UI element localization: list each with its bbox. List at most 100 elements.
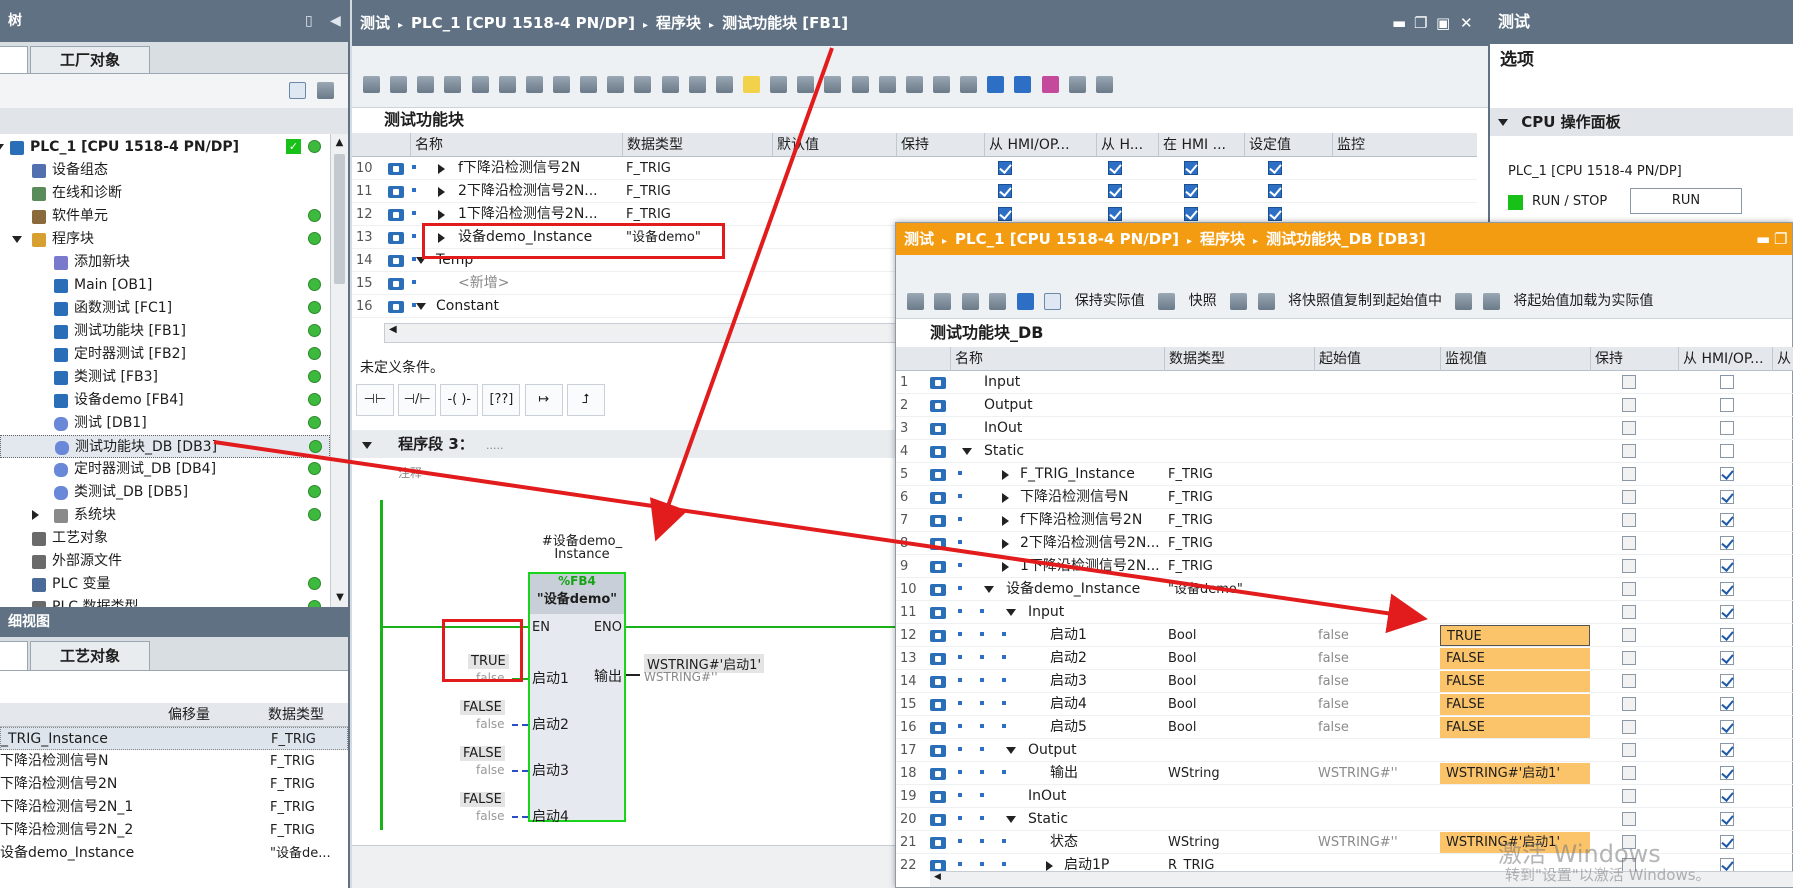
hmi-checkbox[interactable] xyxy=(1108,161,1122,175)
db-row[interactable]: 6 下降沿检测信号N F_TRIG xyxy=(896,486,1793,509)
insert-row-icon[interactable] xyxy=(363,76,380,93)
db-start-value[interactable]: WSTRING#'' xyxy=(1318,762,1398,785)
breadcrumb-item[interactable]: PLC_1 [CPU 1518-4 PN/DP] xyxy=(411,14,635,32)
offset-header[interactable]: 偏移量 xyxy=(168,703,210,727)
hmi-checkbox[interactable] xyxy=(1108,184,1122,198)
open-branch-icon[interactable]: ↦ xyxy=(524,384,563,416)
breadcrumb-item[interactable]: 测试 xyxy=(360,14,390,32)
detail-row[interactable]: 下降沿检测信号2N_1 F_TRIG xyxy=(0,796,348,819)
next-error-icon[interactable] xyxy=(797,76,815,93)
db-hscroll-left-icon[interactable]: ◀ xyxy=(934,872,941,882)
window-close-icon[interactable]: ✕ xyxy=(1460,0,1473,46)
glasses-icon[interactable] xyxy=(1068,76,1086,93)
hmi-access-checkbox[interactable] xyxy=(1720,375,1734,389)
interface-column-header[interactable]: 名称 xyxy=(410,133,443,157)
tree-item[interactable]: 类测试_DB [DB5] xyxy=(0,481,330,504)
db-column-header[interactable]: 从 HMI/OP... xyxy=(1678,347,1764,371)
expand-icon[interactable] xyxy=(1002,562,1009,572)
hmi-access-checkbox[interactable] xyxy=(1720,421,1734,435)
retain-checkbox[interactable] xyxy=(1622,628,1636,642)
hmi-access-checkbox[interactable] xyxy=(1720,743,1734,757)
tree-item[interactable]: 外部源文件 xyxy=(0,550,330,573)
favorites-icon[interactable] xyxy=(634,76,652,93)
tab-detail-first[interactable] xyxy=(0,641,28,671)
collapse-icon[interactable] xyxy=(1006,747,1016,754)
tab-device[interactable] xyxy=(0,46,28,74)
window-maximize-icon[interactable]: ▣ xyxy=(1436,0,1450,46)
hmi-checkbox[interactable] xyxy=(1184,184,1198,198)
insert-network-icon[interactable] xyxy=(417,76,435,93)
db-start-value[interactable]: WSTRING#'' xyxy=(1318,831,1398,854)
tree-item[interactable]: 测试 [DB1] xyxy=(0,412,330,435)
db-column-header[interactable]: 名称 xyxy=(950,347,983,371)
tree-item[interactable]: 测试功能块_DB [DB3] xyxy=(0,435,330,458)
db-row[interactable]: 19 InOut xyxy=(896,785,1793,808)
retain-checkbox[interactable] xyxy=(1622,559,1636,573)
retain-checkbox[interactable] xyxy=(1622,490,1636,504)
breadcrumb-item[interactable]: 程序块 xyxy=(656,14,701,32)
retain-checkbox[interactable] xyxy=(1622,743,1636,757)
db-row[interactable]: 8 2下降沿检测信号2N... F_TRIG xyxy=(896,532,1793,555)
db-row[interactable]: 15 启动4 Bool false FALSE xyxy=(896,693,1793,716)
hscroll-left-icon[interactable]: ◀ xyxy=(389,324,397,335)
compare-icon[interactable] xyxy=(715,76,733,93)
retain-checkbox[interactable] xyxy=(1622,421,1636,435)
scroll-down-icon[interactable]: ▼ xyxy=(331,589,349,607)
hmi-checkbox[interactable] xyxy=(1184,207,1198,221)
breakpoint-icon[interactable] xyxy=(851,76,869,93)
interface-column-header[interactable]: 数据类型 xyxy=(622,133,683,157)
db-row[interactable]: 13 启动2 Bool false FALSE xyxy=(896,647,1793,670)
interface-column-header[interactable]: 设定值 xyxy=(1244,133,1291,157)
db-delete-icon[interactable] xyxy=(934,292,952,310)
tree-item[interactable]: 测试功能块 [FB1] xyxy=(0,320,330,343)
retain-checkbox[interactable] xyxy=(1622,444,1636,458)
trace-icon[interactable] xyxy=(932,76,950,93)
db-row[interactable]: 9 1下降沿检测信号2N... F_TRIG xyxy=(896,555,1793,578)
db-row[interactable]: 16 启动5 Bool false FALSE xyxy=(896,716,1793,739)
interface-column-header[interactable]: 在 HMI ... xyxy=(1158,133,1226,157)
detail-row[interactable]: _TRIG_Instance F_TRIG xyxy=(0,727,348,750)
db-row[interactable]: 3 InOut xyxy=(896,417,1793,440)
db-column-header[interactable]: 数据类型 xyxy=(1164,347,1225,371)
blue-arrow-2-icon[interactable] xyxy=(1014,76,1032,93)
retain-checkbox[interactable] xyxy=(1622,720,1636,734)
tree-expanded-icon[interactable] xyxy=(12,236,22,243)
expand-icon[interactable] xyxy=(552,76,570,93)
retain-checkbox[interactable] xyxy=(1622,467,1636,481)
db-monitor-icon[interactable] xyxy=(1044,292,1062,310)
db-window-minimize-icon[interactable]: ▬ xyxy=(1756,223,1770,255)
db-list-icon[interactable] xyxy=(1016,292,1034,310)
prev-error-icon[interactable] xyxy=(824,76,842,93)
hmi-access-checkbox[interactable] xyxy=(1720,444,1734,458)
db-column-header[interactable]: 监视值 xyxy=(1440,347,1487,371)
tree-scrollbar[interactable]: ▲ ▼ xyxy=(330,134,348,607)
scroll-thumb[interactable] xyxy=(334,154,345,284)
copy-snapshot-button[interactable]: 将快照值复制到起始值中 xyxy=(1288,293,1442,309)
breadcrumb-item[interactable]: PLC_1 [CPU 1518-4 PN/DP] xyxy=(955,230,1179,248)
retain-checkbox[interactable] xyxy=(1622,789,1636,803)
hmi-checkbox[interactable] xyxy=(1268,207,1282,221)
expand-icon[interactable] xyxy=(438,210,445,220)
tree-expanded-icon[interactable] xyxy=(0,144,4,151)
retain-checkbox[interactable] xyxy=(1622,398,1636,412)
detail-row[interactable]: 下降沿检测信号N F_TRIG xyxy=(0,750,348,773)
db-row[interactable]: 18 输出 WString WSTRING#'' WSTRING#'启动1' xyxy=(896,762,1793,785)
coil-icon[interactable]: -( )- xyxy=(440,384,479,416)
panel-collapse-icon[interactable]: ◀ xyxy=(330,0,341,42)
db-row[interactable]: 1 Input xyxy=(896,371,1793,394)
scroll-up-icon[interactable]: ▲ xyxy=(331,134,348,152)
db-start-value[interactable]: false xyxy=(1318,693,1349,716)
hmi-checkbox[interactable] xyxy=(998,161,1012,175)
load-icon[interactable] xyxy=(1455,292,1473,310)
db-row[interactable]: 4 Static xyxy=(896,440,1793,463)
db-start-value[interactable]: false xyxy=(1318,670,1349,693)
expand-icon[interactable] xyxy=(438,187,445,197)
tree-item[interactable]: 程序块 xyxy=(0,228,330,251)
keep-actual-button[interactable]: 保持实际值 xyxy=(1075,293,1145,309)
retain-checkbox[interactable] xyxy=(1622,812,1636,826)
db-start-value[interactable]: false xyxy=(1318,716,1349,739)
step-icon[interactable] xyxy=(878,76,896,93)
breadcrumb-item[interactable]: 测试功能块_DB [DB3] xyxy=(1266,230,1426,248)
tree-item[interactable]: 软件单元 xyxy=(0,205,330,228)
contact-icon[interactable] xyxy=(498,76,516,93)
